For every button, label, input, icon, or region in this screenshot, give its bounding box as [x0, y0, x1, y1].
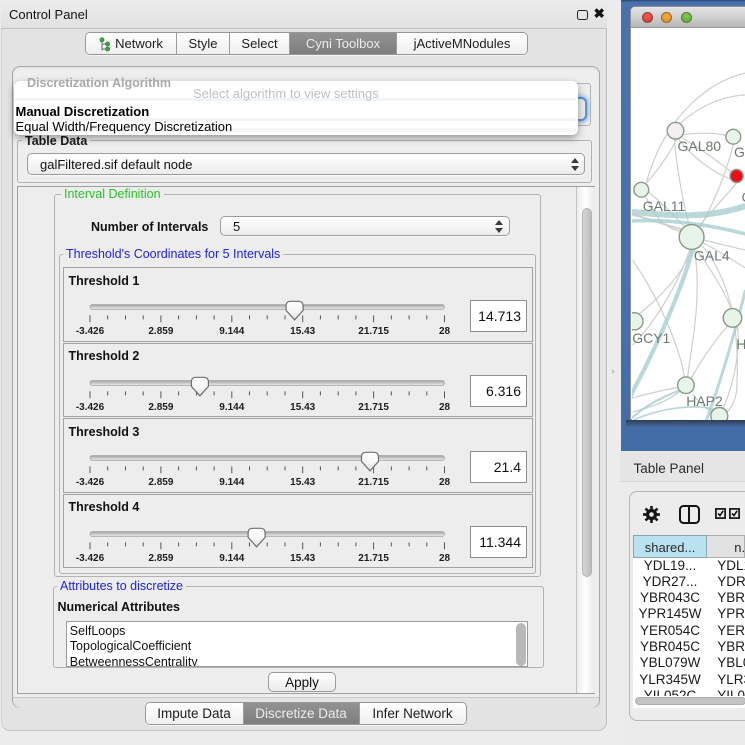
svg-text:C: C [741, 189, 745, 205]
svg-text:21.715: 21.715 [358, 477, 389, 488]
svg-text:28: 28 [439, 402, 451, 413]
svg-text:GAL80: GAL80 [677, 138, 721, 154]
svg-text:2.859: 2.859 [148, 402, 173, 413]
svg-text:-3.426: -3.426 [76, 402, 105, 413]
svg-text:-3.426: -3.426 [76, 477, 105, 488]
svg-text:9.144: 9.144 [219, 553, 244, 564]
svg-text:9.144: 9.144 [219, 477, 244, 488]
svg-text:28: 28 [439, 326, 451, 337]
svg-text:9.144: 9.144 [219, 402, 244, 413]
svg-text:GA: GA [734, 144, 745, 160]
svg-text:GCY1: GCY1 [632, 330, 670, 346]
svg-text:GAL4: GAL4 [693, 248, 729, 264]
svg-text:21.715: 21.715 [358, 326, 389, 337]
svg-text:2.859: 2.859 [148, 477, 173, 488]
svg-text:2.859: 2.859 [148, 326, 173, 337]
svg-text:15.43: 15.43 [290, 477, 315, 488]
svg-text:21.715: 21.715 [358, 402, 389, 413]
svg-text:21.715: 21.715 [358, 553, 389, 564]
svg-text:-3.426: -3.426 [76, 553, 105, 564]
svg-text:HAP2: HAP2 [686, 393, 723, 409]
svg-text:GAL11: GAL11 [642, 198, 685, 214]
svg-text:2.859: 2.859 [148, 553, 173, 564]
svg-text:15.43: 15.43 [290, 326, 315, 337]
svg-text:15.43: 15.43 [290, 553, 315, 564]
svg-text:28: 28 [439, 553, 451, 564]
svg-text:28: 28 [439, 477, 451, 488]
svg-text:-3.426: -3.426 [76, 326, 105, 337]
svg-text:9.144: 9.144 [219, 326, 244, 337]
svg-text:15.43: 15.43 [290, 402, 315, 413]
svg-text:H: H [736, 336, 745, 352]
